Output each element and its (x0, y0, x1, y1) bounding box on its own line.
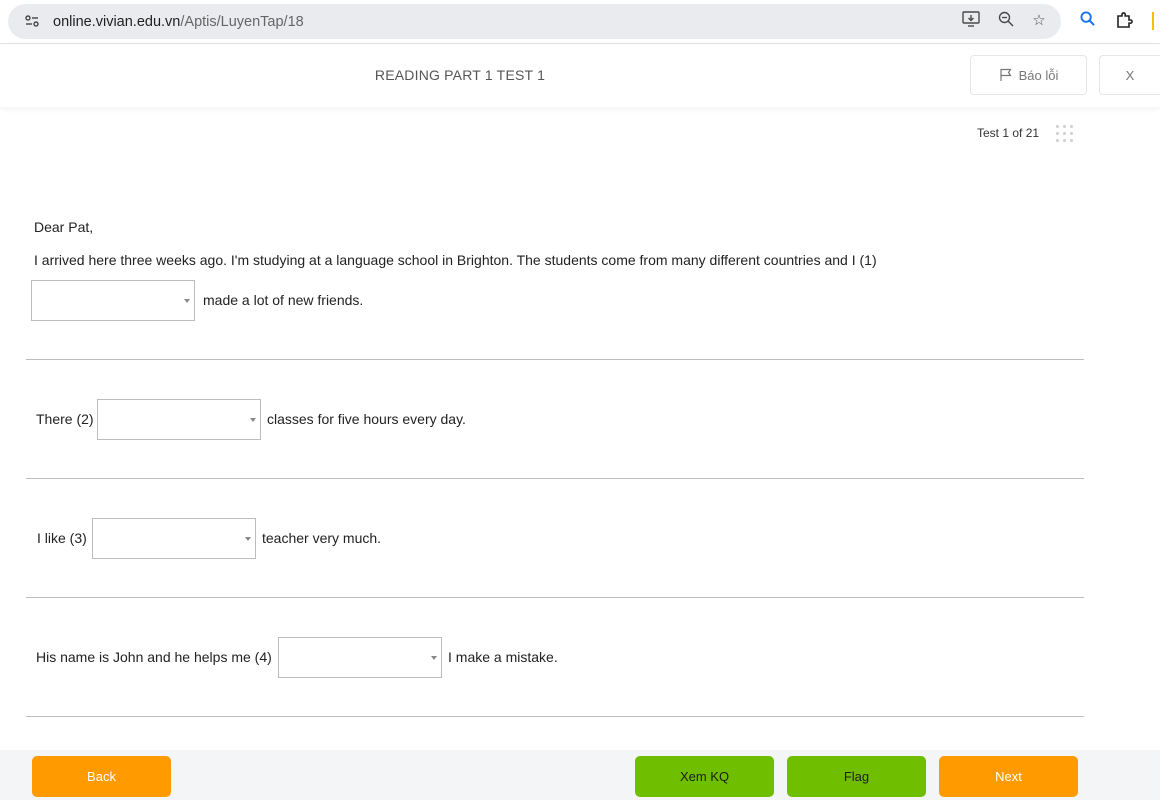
report-error-button[interactable]: Báo lỗi (970, 55, 1087, 95)
next-button[interactable]: Next (939, 756, 1078, 797)
flag-button[interactable]: Flag (787, 756, 926, 797)
close-button[interactable]: X (1099, 55, 1160, 95)
divider (26, 478, 1084, 479)
question-2-suffix: classes for five hours every day. (267, 411, 466, 427)
browser-toolbar: online.vivian.edu.vn/Aptis/LuyenTap/18 ☆ (0, 0, 1160, 44)
url-host: online.vivian.edu.vn (53, 14, 181, 30)
chevron-down-icon (431, 656, 437, 660)
question-1-text: made a lot of new friends. (203, 292, 364, 308)
question-4-prefix: His name is John and he helps me (4) (36, 649, 272, 665)
address-bar[interactable]: online.vivian.edu.vn/Aptis/LuyenTap/18 (8, 4, 1061, 39)
extensions-puzzle-icon[interactable] (1114, 11, 1134, 31)
chevron-down-icon (184, 299, 190, 303)
url-path: /Aptis/LuyenTap/18 (180, 14, 304, 30)
divider (26, 597, 1084, 598)
greeting: Dear Pat, (34, 219, 94, 235)
answer-select-1[interactable] (31, 280, 195, 321)
close-label: X (1125, 67, 1135, 83)
profile-edge-indicator (1152, 12, 1154, 30)
back-button[interactable]: Back (32, 756, 171, 797)
view-result-button[interactable]: Xem KQ (635, 756, 774, 797)
answer-select-3[interactable] (92, 518, 256, 559)
answer-select-4[interactable] (278, 637, 442, 678)
question-3-suffix: teacher very much. (262, 530, 382, 546)
flag-outline-icon (1000, 68, 1012, 81)
extension-search-icon[interactable] (1077, 11, 1097, 31)
chevron-down-icon (245, 537, 251, 541)
question-grid-icon[interactable] (1055, 124, 1075, 144)
report-error-label: Báo lỗi (1018, 67, 1059, 83)
install-app-icon[interactable] (961, 11, 981, 31)
bookmark-star-icon[interactable]: ☆ (1029, 11, 1049, 31)
question-3-prefix: I like (3) (37, 530, 87, 546)
chevron-down-icon (250, 418, 256, 422)
answer-select-2[interactable] (97, 399, 261, 440)
site-settings-icon[interactable] (23, 13, 41, 31)
page-title: READING PART 1 TEST 1 (374, 67, 546, 83)
test-progress-label: Test 1 of 21 (977, 126, 1040, 140)
divider (26, 359, 1084, 360)
divider (26, 716, 1084, 717)
app-header: READING PART 1 TEST 1 Báo lỗi X (0, 45, 1160, 107)
question-4-suffix: I make a mistake. (448, 649, 558, 665)
question-2-prefix: There (2) (36, 411, 94, 427)
passage-intro: I arrived here three weeks ago. I'm stud… (34, 252, 877, 268)
zoom-icon[interactable] (996, 11, 1016, 31)
url-text[interactable]: online.vivian.edu.vn/Aptis/LuyenTap/18 (53, 13, 304, 31)
